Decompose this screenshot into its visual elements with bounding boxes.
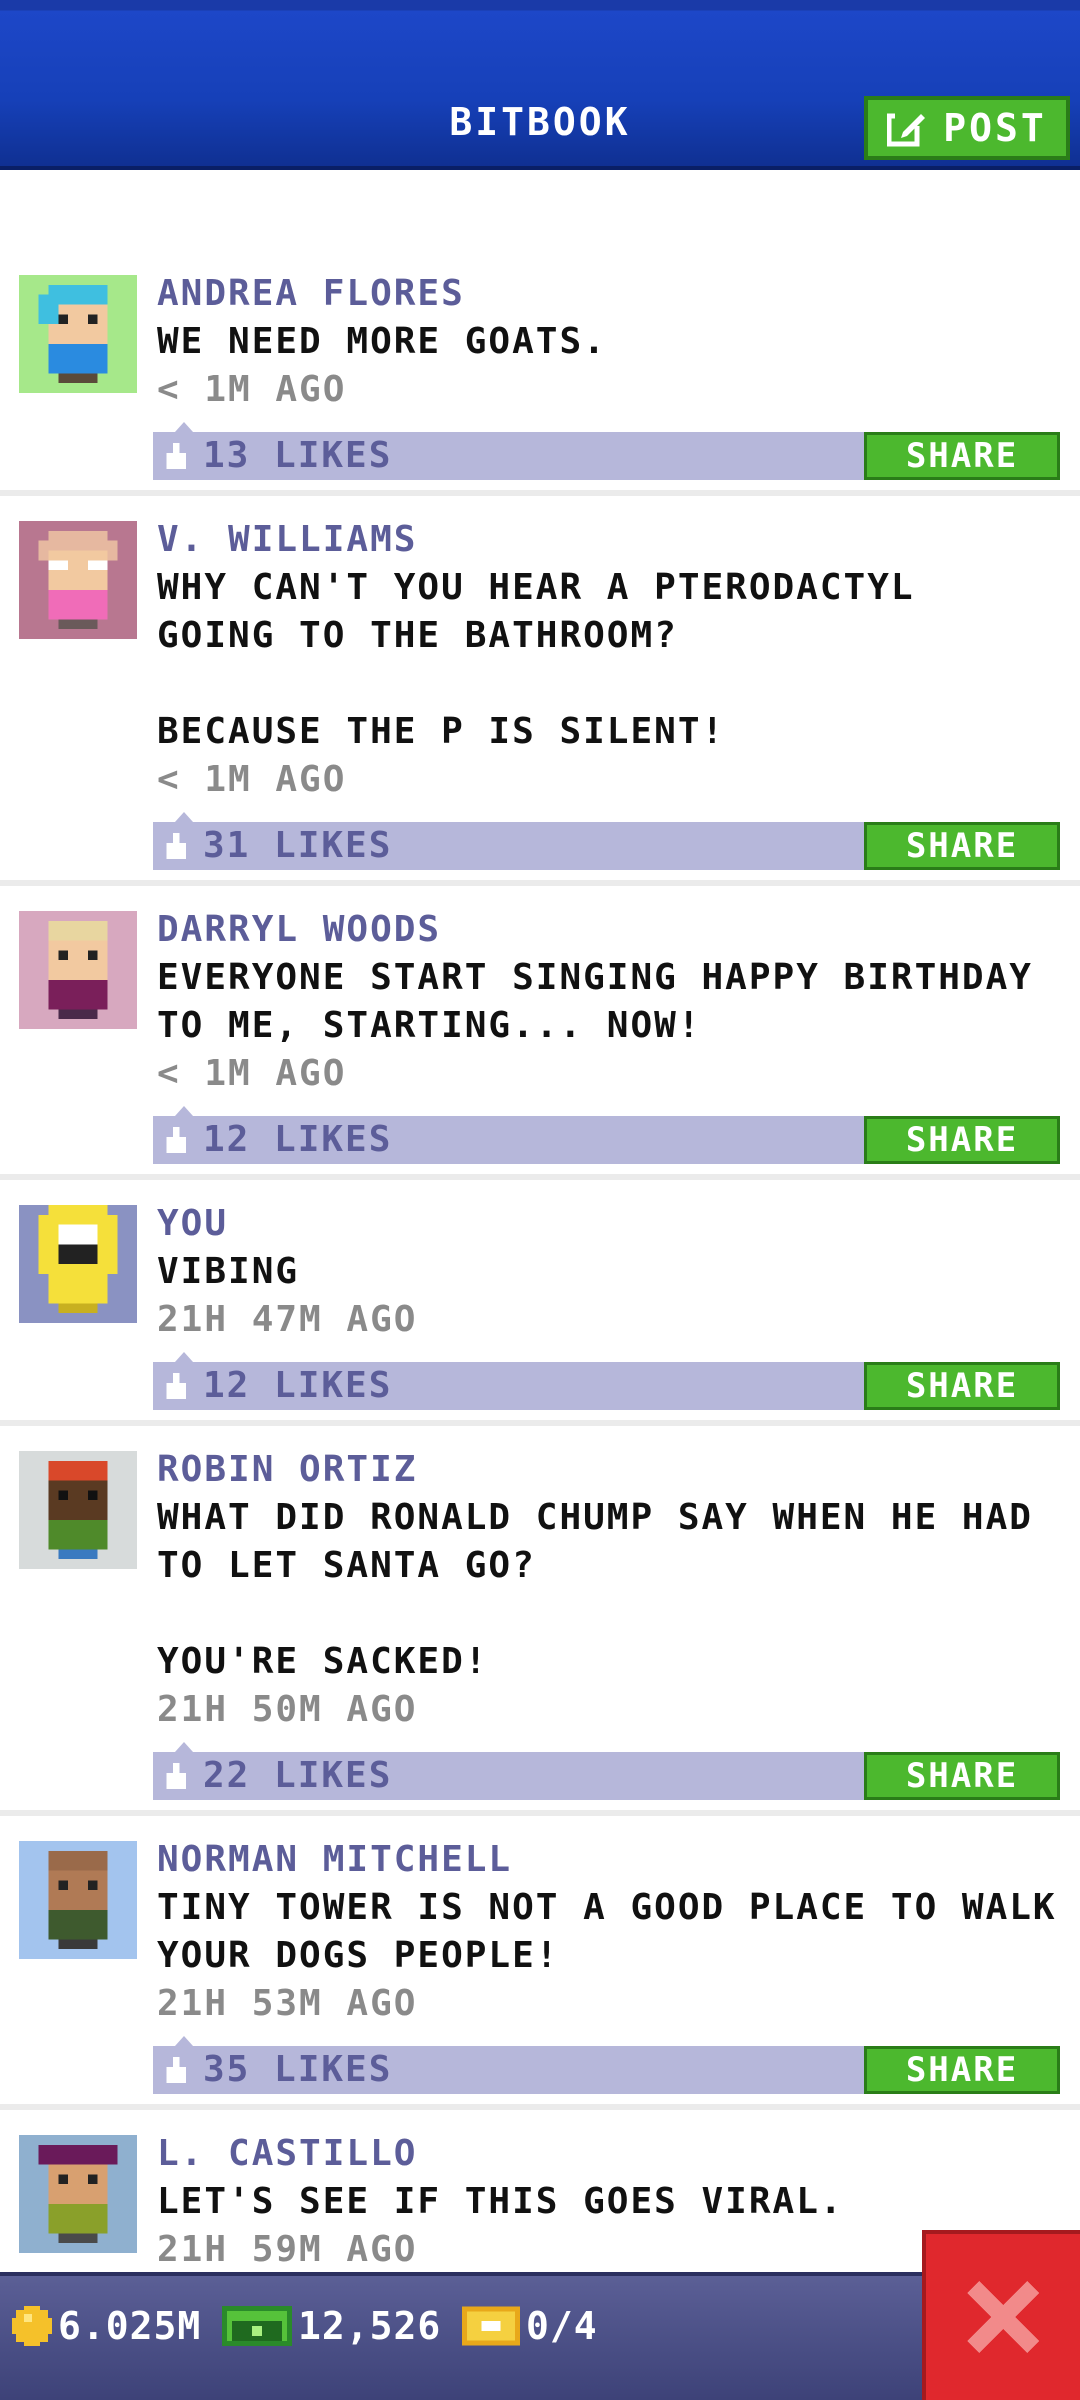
like-icon [166, 2057, 186, 2083]
likes-count: 12 LIKES [203, 1119, 393, 1160]
avatar[interactable] [19, 2135, 137, 2253]
post-time: 21H 53M AGO [157, 1983, 418, 2024]
post-author[interactable]: DARRYL WOODS [157, 906, 1064, 954]
avatar[interactable] [19, 911, 137, 1029]
coins-value: 6.025M [58, 2304, 202, 2348]
avatar-character [19, 275, 137, 393]
avatar-character [19, 1841, 137, 1959]
coins-stat[interactable]: 6.025M [12, 2302, 201, 2350]
post-message: EVERYONE START SINGING HAPPY BIRTHDAY TO… [157, 957, 1033, 1046]
likes-count: 31 LIKES [203, 825, 393, 866]
close-button[interactable] [922, 2230, 1080, 2400]
tickets-stat[interactable]: 0/4 [462, 2302, 598, 2350]
avatar[interactable] [19, 1205, 137, 1323]
share-button[interactable]: SHARE [864, 1752, 1060, 1800]
share-button[interactable]: SHARE [864, 822, 1060, 870]
post-author[interactable]: NORMAN MITCHELL [157, 1836, 1064, 1884]
post-button[interactable]: POST [864, 96, 1070, 160]
share-button[interactable]: SHARE [864, 2046, 1060, 2094]
post-author[interactable]: ROBIN ORTIZ [157, 1446, 1064, 1494]
post-author[interactable]: YOU [157, 1200, 1064, 1248]
bux-value: 12,526 [298, 2304, 442, 2348]
likes-count: 13 LIKES [203, 435, 393, 476]
feed-post: ROBIN ORTIZ WHAT DID RONALD CHUMP SAY WH… [0, 1426, 1080, 1816]
avatar-character [19, 1451, 137, 1569]
avatar[interactable] [19, 1841, 137, 1959]
feed[interactable]: ANDREA FLORES WE NEED MORE GOATS. < 1M A… [0, 250, 1080, 2310]
share-button[interactable]: SHARE [864, 1116, 1060, 1164]
post-message: WHY CAN'T YOU HEAR A PTERODACTYL GOING T… [157, 567, 915, 752]
ticket-icon [462, 2306, 520, 2346]
like-icon [166, 1763, 186, 1789]
coin-icon [12, 2306, 52, 2346]
feed-post: V. WILLIAMS WHY CAN'T YOU HEAR A PTERODA… [0, 496, 1080, 886]
post-author[interactable]: ANDREA FLORES [157, 270, 1064, 318]
edit-icon [887, 110, 926, 147]
post-time: 21H 50M AGO [157, 1689, 418, 1730]
post-time: < 1M AGO [157, 1053, 347, 1094]
tickets-value: 0/4 [526, 2304, 598, 2348]
likes-count: 22 LIKES [203, 1755, 393, 1796]
like-icon [166, 833, 186, 859]
post-button-label: POST [943, 106, 1047, 150]
likes-count: 12 LIKES [203, 1365, 393, 1406]
close-icon [967, 2281, 1039, 2353]
like-icon [166, 443, 186, 469]
likes-count: 35 LIKES [203, 2049, 393, 2090]
post-message: LET'S SEE IF THIS GOES VIRAL. [157, 2181, 844, 2222]
avatar-character [19, 1205, 137, 1323]
feed-post: DARRYL WOODS EVERYONE START SINGING HAPP… [0, 886, 1080, 1180]
post-message: TINY TOWER IS NOT A GOOD PLACE TO WALK Y… [157, 1887, 1057, 1976]
avatar-character [19, 2135, 137, 2253]
post-time: < 1M AGO [157, 369, 347, 410]
like-icon [166, 1127, 186, 1153]
like-icon [166, 1373, 186, 1399]
share-button[interactable]: SHARE [864, 432, 1060, 480]
avatar-character [19, 521, 137, 639]
post-message: VIBING [157, 1251, 300, 1292]
post-author[interactable]: L. CASTILLO [157, 2130, 1064, 2178]
post-message: WE NEED MORE GOATS. [157, 321, 607, 362]
avatar[interactable] [19, 521, 137, 639]
bux-stat[interactable]: 12,526 [222, 2302, 441, 2350]
share-button[interactable]: SHARE [864, 1362, 1060, 1410]
feed-post: YOU VIBING 21H 47M AGO 12 LIKES SHARE [0, 1180, 1080, 1426]
bottom-status-bar: 6.025M 12,526 0/4 [0, 2272, 1080, 2400]
feed-post: NORMAN MITCHELL TINY TOWER IS NOT A GOOD… [0, 1816, 1080, 2110]
post-time: < 1M AGO [157, 759, 347, 800]
post-author[interactable]: V. WILLIAMS [157, 516, 1064, 564]
post-message: WHAT DID RONALD CHUMP SAY WHEN HE HAD TO… [157, 1497, 1033, 1682]
app-header: BITBOOK POST [0, 0, 1080, 170]
post-time: 21H 47M AGO [157, 1299, 418, 1340]
avatar-character [19, 911, 137, 1029]
avatar[interactable] [19, 275, 137, 393]
avatar[interactable] [19, 1451, 137, 1569]
feed-post: ANDREA FLORES WE NEED MORE GOATS. < 1M A… [0, 250, 1080, 496]
bux-icon [222, 2306, 292, 2346]
